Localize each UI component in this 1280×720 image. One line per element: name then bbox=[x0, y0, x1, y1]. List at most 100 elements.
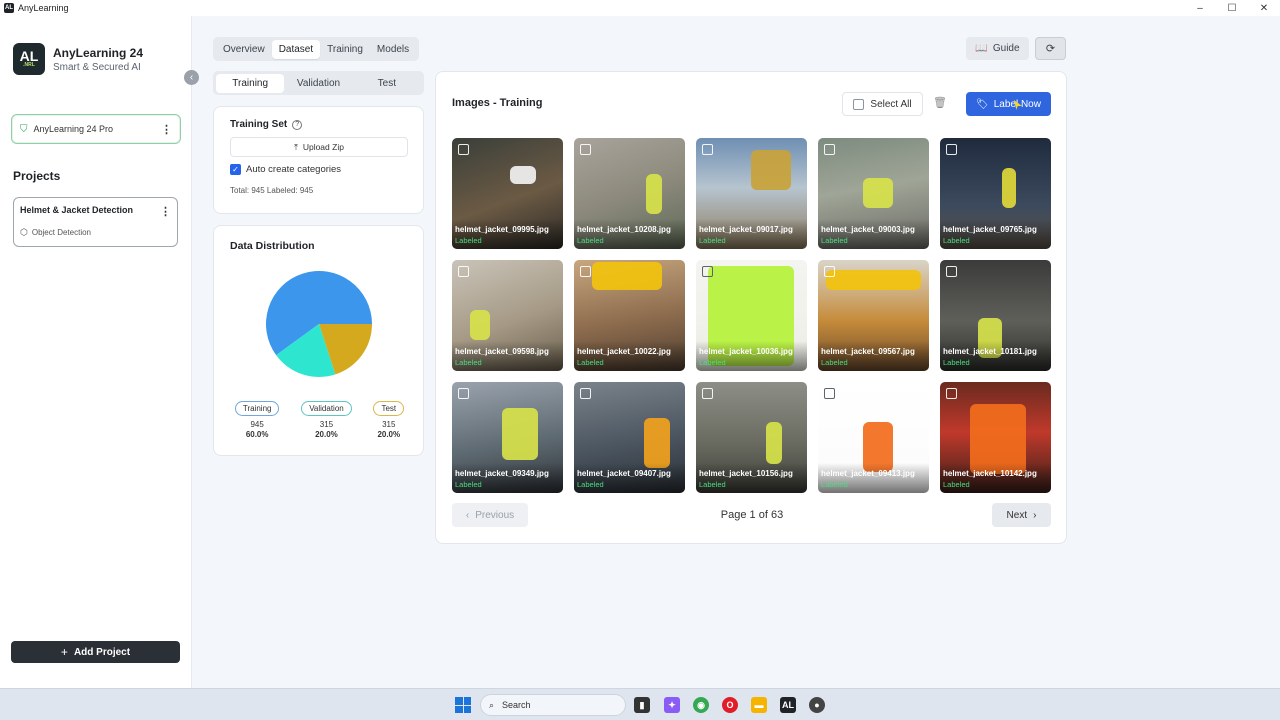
label-now-button[interactable]: 🏷 Label Now bbox=[966, 92, 1051, 116]
training-set-card: Training Set ? ⤒ Upload Zip ✓ Auto creat… bbox=[213, 106, 424, 214]
distribution-heading: Data Distribution bbox=[230, 240, 315, 252]
windows-start-icon[interactable] bbox=[455, 697, 471, 713]
image-tile[interactable]: helmet_jacket_10022.jpg Labeled bbox=[574, 260, 685, 371]
image-select-checkbox[interactable] bbox=[946, 144, 957, 155]
maximize-button[interactable]: ☐ bbox=[1216, 0, 1248, 16]
select-all-button[interactable]: Select All bbox=[842, 92, 923, 116]
refresh-button[interactable]: ⟳ bbox=[1035, 37, 1066, 60]
sidebar: AL .NRL AnyLearning 24 Smart & Secured A… bbox=[0, 16, 192, 688]
image-select-checkbox[interactable] bbox=[580, 144, 591, 155]
image-filename: helmet_jacket_10036.jpg bbox=[699, 347, 793, 356]
brand: AL .NRL AnyLearning 24 Smart & Secured A… bbox=[13, 43, 143, 75]
legend-item-validation: Validation 315 20.0% bbox=[301, 401, 352, 439]
image-select-checkbox[interactable] bbox=[824, 144, 835, 155]
image-tile[interactable]: helmet_jacket_10142.jpg Labeled bbox=[940, 382, 1051, 493]
image-tile[interactable]: helmet_jacket_09413.jpg Labeled bbox=[818, 382, 929, 493]
window-title: AnyLearning bbox=[18, 3, 69, 13]
select-all-checkbox[interactable] bbox=[853, 98, 865, 110]
image-tile[interactable]: helmet_jacket_10156.jpg Labeled bbox=[696, 382, 807, 493]
guide-button[interactable]: 📖 Guide bbox=[966, 37, 1029, 60]
image-tile[interactable]: helmet_jacket_09407.jpg Labeled bbox=[574, 382, 685, 493]
distribution-legend: Training 945 60.0% Validation 315 20.0% Test 31… bbox=[214, 401, 425, 439]
taskbar-search[interactable]: ⌕ Search bbox=[480, 694, 626, 716]
image-grid: helmet_jacket_09995.jpg Labeled helmet_jac… bbox=[452, 138, 1051, 493]
collapse-sidebar-button[interactable]: ‹ bbox=[184, 70, 199, 85]
image-select-checkbox[interactable] bbox=[946, 266, 957, 277]
tab-validation-split[interactable]: Validation bbox=[284, 74, 352, 93]
image-select-checkbox[interactable] bbox=[824, 266, 835, 277]
image-filename: helmet_jacket_09598.jpg bbox=[455, 347, 549, 356]
image-select-checkbox[interactable] bbox=[702, 388, 713, 399]
tab-test-split[interactable]: Test bbox=[353, 74, 421, 93]
brand-logo: AL .NRL bbox=[13, 43, 45, 75]
image-tile[interactable]: helmet_jacket_09765.jpg Labeled bbox=[940, 138, 1051, 249]
image-tile[interactable]: helmet_jacket_09003.jpg Labeled bbox=[818, 138, 929, 249]
anylearning-taskbar-icon[interactable]: AL bbox=[780, 697, 796, 713]
copilot-icon[interactable]: ✦ bbox=[664, 697, 680, 713]
image-tile[interactable]: helmet_jacket_10208.jpg Labeled bbox=[574, 138, 685, 249]
help-icon[interactable]: ? bbox=[292, 119, 303, 130]
image-tile[interactable]: helmet_jacket_09995.jpg Labeled bbox=[452, 138, 563, 249]
close-button[interactable]: ✕ bbox=[1248, 0, 1280, 16]
image-filename: helmet_jacket_10156.jpg bbox=[699, 469, 793, 478]
image-status: Labeled bbox=[577, 480, 604, 489]
image-select-checkbox[interactable] bbox=[458, 266, 469, 277]
image-content bbox=[592, 262, 662, 290]
next-button[interactable]: Next › bbox=[992, 503, 1051, 527]
file-explorer-icon[interactable]: ▬ bbox=[751, 697, 767, 713]
tab-dataset[interactable]: Dataset bbox=[271, 39, 321, 59]
minimize-button[interactable]: – bbox=[1184, 0, 1216, 16]
image-select-checkbox[interactable] bbox=[580, 266, 591, 277]
tab-models[interactable]: Models bbox=[370, 40, 416, 59]
app-taskbar-icon[interactable]: ● bbox=[809, 697, 825, 713]
image-filename: helmet_jacket_09765.jpg bbox=[943, 225, 1037, 234]
image-select-checkbox[interactable] bbox=[946, 388, 957, 399]
window-titlebar: AL AnyLearning – ☐ ✕ bbox=[0, 0, 1280, 16]
add-project-button[interactable]: + Add Project bbox=[11, 641, 180, 663]
image-status: Labeled bbox=[455, 358, 482, 367]
image-status: Labeled bbox=[821, 480, 848, 489]
refresh-icon: ⟳ bbox=[1045, 43, 1056, 55]
more-options-icon[interactable]: ⋮ bbox=[161, 123, 172, 136]
image-tile[interactable]: helmet_jacket_10036.jpg Labeled bbox=[696, 260, 807, 371]
tab-training[interactable]: Training bbox=[320, 40, 370, 59]
split-tabs: Training Validation Test bbox=[213, 71, 424, 95]
project-card[interactable]: Helmet & Jacket Detection ⋮ ⬡ Object Det… bbox=[13, 197, 178, 247]
license-badge[interactable]: ⛉ AnyLearning 24 Pro ⋮ bbox=[11, 114, 181, 144]
project-more-icon[interactable]: ⋮ bbox=[160, 205, 171, 218]
legend-item-test: Test 315 20.0% bbox=[373, 401, 405, 439]
tab-overview[interactable]: Overview bbox=[216, 40, 272, 59]
project-type: Object Detection bbox=[31, 228, 91, 237]
image-status: Labeled bbox=[943, 358, 970, 367]
tab-training-split[interactable]: Training bbox=[216, 73, 285, 93]
image-select-checkbox[interactable] bbox=[702, 266, 713, 277]
image-tile[interactable]: helmet_jacket_09567.jpg Labeled bbox=[818, 260, 929, 371]
task-view-icon[interactable]: ▮ bbox=[634, 697, 650, 713]
auto-create-checkbox[interactable]: ✓ bbox=[230, 164, 241, 175]
image-tile[interactable]: helmet_jacket_09349.jpg Labeled bbox=[452, 382, 563, 493]
legend-count: 945 bbox=[250, 420, 264, 429]
license-label: AnyLearning 24 Pro bbox=[33, 124, 114, 134]
image-tile[interactable]: helmet_jacket_09017.jpg Labeled bbox=[696, 138, 807, 249]
chrome-icon[interactable]: ◉ bbox=[693, 697, 709, 713]
image-select-checkbox[interactable] bbox=[824, 388, 835, 399]
image-tile[interactable]: helmet_jacket_09598.jpg Labeled bbox=[452, 260, 563, 371]
image-select-checkbox[interactable] bbox=[702, 144, 713, 155]
image-select-checkbox[interactable] bbox=[458, 388, 469, 399]
image-tile[interactable]: helmet_jacket_10181.jpg Labeled bbox=[940, 260, 1051, 371]
trash-icon[interactable]: 🗑 bbox=[933, 96, 947, 109]
window-controls: – ☐ ✕ bbox=[1184, 0, 1280, 16]
upload-icon: ⤒ bbox=[294, 141, 298, 152]
book-icon: 📖 bbox=[975, 43, 988, 54]
upload-zip-button[interactable]: ⤒ Upload Zip bbox=[230, 137, 408, 157]
image-select-checkbox[interactable] bbox=[458, 144, 469, 155]
image-status: Labeled bbox=[455, 236, 482, 245]
shield-icon: ⛉ bbox=[20, 123, 28, 135]
image-status: Labeled bbox=[577, 358, 604, 367]
page-indicator: Page 1 of 63 bbox=[720, 509, 784, 521]
opera-icon[interactable]: O bbox=[722, 697, 738, 713]
image-select-checkbox[interactable] bbox=[580, 388, 591, 399]
image-status: Labeled bbox=[699, 236, 726, 245]
app-icon: AL bbox=[4, 3, 14, 13]
image-status: Labeled bbox=[455, 480, 482, 489]
